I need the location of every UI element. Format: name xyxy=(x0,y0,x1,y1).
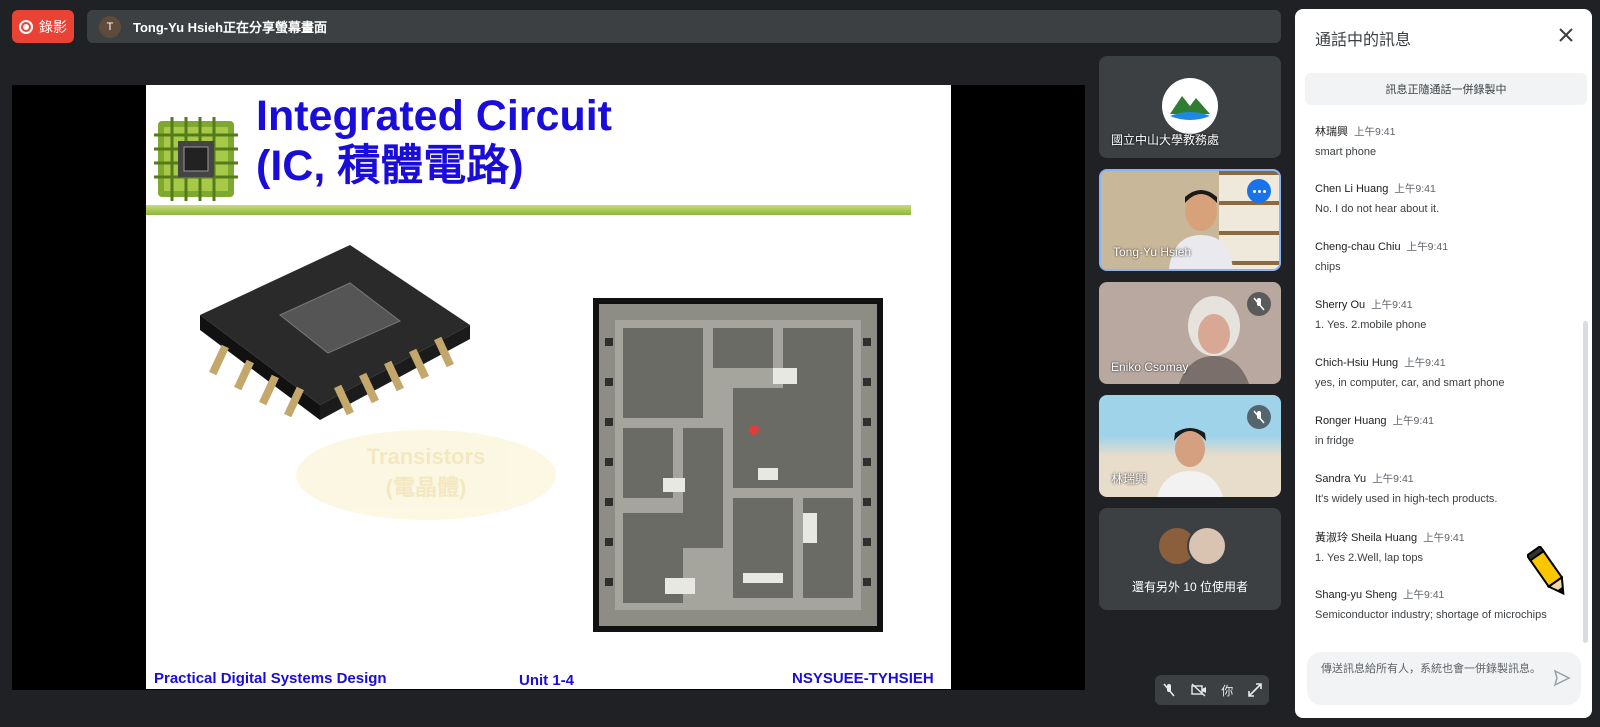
footer-course: Practical Digital Systems Design xyxy=(154,670,387,687)
message-time: 上午9:41 xyxy=(1371,299,1413,311)
slide-title: Integrated Circuit (IC, 積體電路) xyxy=(256,91,612,191)
presenter-avatar: T xyxy=(99,15,121,38)
message-sender: Cheng-chau Chiu xyxy=(1315,241,1401,253)
participant-tile-presenter[interactable]: Tong-Yu Hsieh xyxy=(1099,169,1281,271)
message-time: 上午9:41 xyxy=(1406,241,1449,253)
message-sender: 黃淑玲 Sheila Huang xyxy=(1315,532,1418,544)
message-sender: Sandra Yu xyxy=(1315,473,1367,485)
slide-title-line1: Integrated Circuit xyxy=(256,92,612,140)
chat-message: 林瑞興 上午9:41 smart phone xyxy=(1315,123,1580,181)
camera-off-icon[interactable] xyxy=(1191,683,1207,697)
participant-video xyxy=(1157,428,1223,497)
chat-message: Chen Li Huang 上午9:41 No. I do not hear ab… xyxy=(1315,181,1580,239)
chat-message: Sandra Yu 上午9:41 It's widely used in high… xyxy=(1315,471,1580,529)
message-text: No. I do not hear about it. xyxy=(1315,203,1440,215)
chat-scrollbar[interactable] xyxy=(1583,321,1588,643)
title-divider xyxy=(146,205,911,215)
org-logo-icon xyxy=(1162,78,1218,134)
message-sender: Shang-yu Sheng xyxy=(1315,589,1397,601)
chat-input-placeholder: 傳送訊息給所有人，系統也會一併錄製訊息。 xyxy=(1321,663,1541,675)
message-time: 上午9:41 xyxy=(1394,183,1436,195)
mic-off-icon xyxy=(1247,292,1271,316)
message-time: 上午9:41 xyxy=(1372,473,1414,485)
self-view-controls: 你 xyxy=(1155,675,1269,705)
message-sender: Ronger Huang xyxy=(1315,415,1387,427)
recording-notice: 訊息正隨通話一併錄製中 xyxy=(1305,73,1587,105)
presenting-banner: T Tong-Yu Hsieh正在分享螢幕畫面 xyxy=(87,10,1281,43)
chat-message: Ronger Huang 上午9:41 in fridge xyxy=(1315,413,1580,471)
presenting-text: Tong-Yu Hsieh正在分享螢幕畫面 xyxy=(133,20,328,35)
ic-package-image xyxy=(200,245,470,420)
message-text: yes, in computer, car, and smart phone xyxy=(1315,377,1505,389)
pencil-cursor-icon xyxy=(1527,546,1565,596)
message-text: 1. Yes. 2.mobile phone xyxy=(1315,319,1427,331)
message-text: smart phone xyxy=(1315,146,1377,158)
participant-tile-nsysu[interactable]: 國立中山大學教務處 xyxy=(1099,56,1281,158)
participant-name: Tong-Yu Hsieh xyxy=(1113,245,1192,259)
message-sender: Sherry Ou xyxy=(1315,299,1366,311)
slide-title-line2: (IC, 積體電路) xyxy=(256,142,524,190)
close-icon[interactable] xyxy=(1554,23,1578,47)
message-time: 上午9:41 xyxy=(1392,415,1434,427)
cloud-text-line2: (電晶體) xyxy=(385,475,467,500)
die-micrograph-image xyxy=(593,298,883,632)
mic-off-icon xyxy=(1247,405,1271,429)
fullscreen-icon[interactable] xyxy=(1247,683,1262,697)
participant-tile-eniko[interactable]: Eniko Csomay xyxy=(1099,282,1281,384)
footer-unit: Unit 1-4 xyxy=(519,672,575,689)
other-participants-label: 還有另外 10 位使用者 xyxy=(1131,580,1249,594)
chat-message: Sherry Ou 上午9:41 1. Yes. 2.mobile phone xyxy=(1315,297,1580,355)
message-time: 上午9:41 xyxy=(1423,532,1465,544)
chat-message: Cheng-chau Chiu 上午9:41 chips xyxy=(1315,239,1580,297)
message-time: 上午9:41 xyxy=(1402,589,1445,601)
participant-tile-lin[interactable]: 林瑞興 xyxy=(1099,395,1281,497)
transistors-cloud: Transistors (電晶體) xyxy=(296,430,556,520)
message-sender: 林瑞興 xyxy=(1315,126,1348,138)
message-text: It's widely used in high-tech products. xyxy=(1315,493,1498,505)
cloud-text-line1: Transistors xyxy=(366,444,486,469)
other-participants-tile[interactable]: 還有另外 10 位使用者 xyxy=(1099,508,1281,610)
avatar xyxy=(1187,526,1227,566)
laser-pointer-dot xyxy=(749,425,759,435)
message-text: in fridge xyxy=(1315,435,1355,447)
presentation-slide: Integrated Circuit (IC, 積體電路) Transistor… xyxy=(146,85,951,689)
send-icon[interactable] xyxy=(1553,669,1571,687)
message-sender: Chich-Hsiu Hung xyxy=(1315,357,1399,369)
footer-author: NSYSUEE-TYHSIEH xyxy=(792,670,934,687)
record-label: 錄影 xyxy=(39,18,67,35)
record-button[interactable]: 錄影 xyxy=(12,10,74,43)
message-sender: Chen Li Huang xyxy=(1315,183,1389,195)
mic-off-icon[interactable] xyxy=(1162,683,1176,697)
message-text: chips xyxy=(1315,261,1341,273)
chip-icon xyxy=(154,117,238,201)
more-options-icon[interactable] xyxy=(1247,179,1271,203)
participant-name: Eniko Csomay xyxy=(1111,360,1189,374)
message-time: 上午9:41 xyxy=(1354,126,1396,138)
message-text: Semiconductor industry; shortage of micr… xyxy=(1315,609,1547,621)
chat-panel: 通話中的訊息 訊息正隨通話一併錄製中 林瑞興 上午9:41 smart phone… xyxy=(1295,9,1592,718)
record-icon xyxy=(19,19,33,34)
participant-name: 林瑞興 xyxy=(1111,472,1148,486)
chat-message: Chich-Hsiu Hung 上午9:41 yes, in computer, … xyxy=(1315,355,1580,413)
chat-message-input[interactable]: 傳送訊息給所有人，系統也會一併錄製訊息。 xyxy=(1307,652,1581,705)
self-label: 你 xyxy=(1221,683,1234,698)
participant-name: 國立中山大學教務處 xyxy=(1111,133,1220,147)
message-time: 上午9:41 xyxy=(1404,357,1446,369)
chat-title: 通話中的訊息 xyxy=(1315,32,1412,49)
